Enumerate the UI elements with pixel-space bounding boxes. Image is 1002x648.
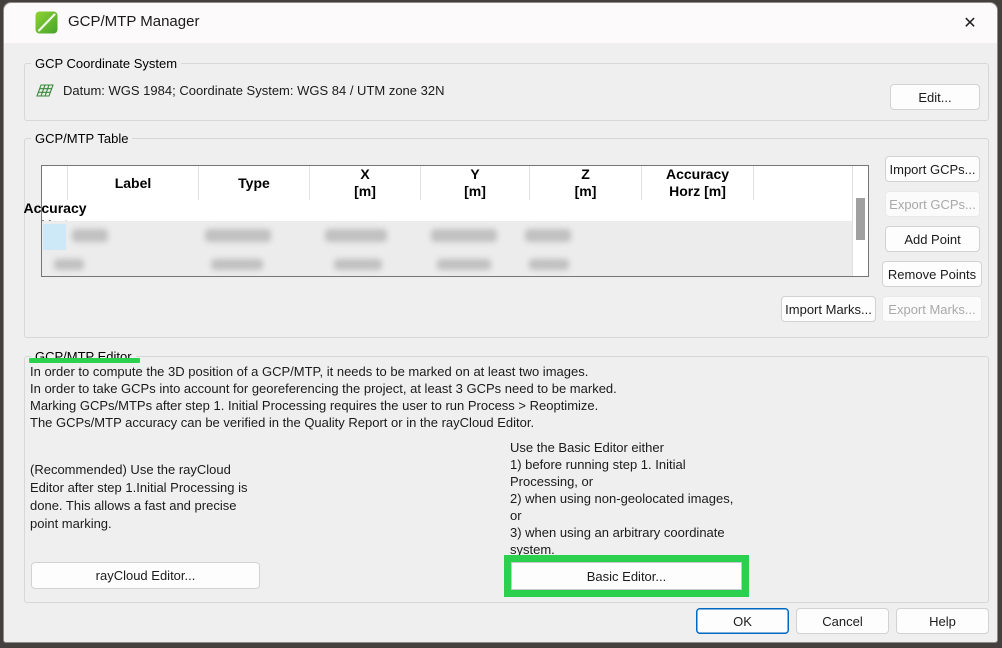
gcp-table-group-label: GCP/MTP Table (31, 131, 132, 146)
table-header-row: Label Type X[m] Y[m] Z[m] AccuracyHorz [… (42, 166, 852, 221)
table-header-accuracy-horz[interactable]: AccuracyHorz [m] (642, 166, 754, 200)
table-header-label[interactable]: Label (68, 166, 199, 200)
table-header-z[interactable]: Z[m] (530, 166, 642, 200)
table-header-type[interactable]: Type (199, 166, 310, 200)
coordinate-grid-icon (35, 82, 55, 100)
selected-row-indicator (43, 224, 66, 250)
export-marks-button[interactable]: Export Marks... (882, 296, 982, 322)
raycloud-editor-button[interactable]: rayCloud Editor... (31, 562, 260, 589)
pix4d-logo-icon (35, 11, 58, 34)
remove-points-button[interactable]: Remove Points (882, 261, 982, 287)
redacted-cell (437, 259, 491, 270)
coordinate-system-group: GCP Coordinate System Datum: WGS 1984; C… (24, 63, 989, 121)
editor-intro-text: In order to compute the 3D position of a… (30, 363, 970, 431)
redacted-cell (205, 229, 271, 242)
table-header-rownum[interactable] (42, 166, 68, 200)
edit-button[interactable]: Edit... (890, 84, 980, 110)
raycloud-note-text: (Recommended) Use the rayCloud Editor af… (30, 461, 340, 533)
gcp-mtp-manager-dialog: GCP/MTP Manager ✕ GCP Coordinate System … (3, 2, 998, 643)
ok-button[interactable]: OK (696, 608, 789, 634)
redacted-cell (72, 229, 108, 242)
redacted-cell (334, 259, 382, 270)
help-button[interactable]: Help (896, 608, 989, 634)
gcp-table: ⌄ Label Type X[m] Y[m] Z[m] AccuracyHorz… (41, 165, 869, 277)
basic-editor-highlight-annotation: Basic Editor... (504, 555, 749, 597)
basic-editor-button[interactable]: Basic Editor... (511, 562, 742, 590)
close-button[interactable]: ✕ (955, 9, 985, 37)
redacted-cell (525, 229, 571, 242)
import-marks-button[interactable]: Import Marks... (781, 296, 876, 322)
window-title: GCP/MTP Manager (68, 13, 199, 30)
table-body[interactable] (42, 221, 852, 276)
redacted-cell (211, 259, 263, 270)
import-gcps-button[interactable]: Import GCPs... (885, 156, 980, 182)
table-header-x[interactable]: X[m] (310, 166, 421, 200)
close-icon: ✕ (963, 13, 976, 33)
cancel-button[interactable]: Cancel (796, 608, 889, 634)
redacted-cell (54, 259, 84, 270)
add-point-button[interactable]: Add Point (885, 226, 980, 252)
export-gcps-button[interactable]: Export GCPs... (885, 191, 980, 217)
table-header-y[interactable]: Y[m] (421, 166, 530, 200)
redacted-cell (325, 229, 387, 242)
coordinate-summary: Datum: WGS 1984; Coordinate System: WGS … (63, 83, 444, 98)
basic-note-text: Use the Basic Editor either 1) before ru… (510, 439, 800, 558)
redacted-cell (431, 229, 497, 242)
redacted-cell (529, 259, 569, 270)
table-scrollbar[interactable] (852, 166, 868, 276)
window-titlebar[interactable]: GCP/MTP Manager ✕ (4, 3, 997, 43)
coordinate-system-group-label: GCP Coordinate System (31, 56, 181, 71)
scrollbar-thumb[interactable] (856, 198, 865, 240)
